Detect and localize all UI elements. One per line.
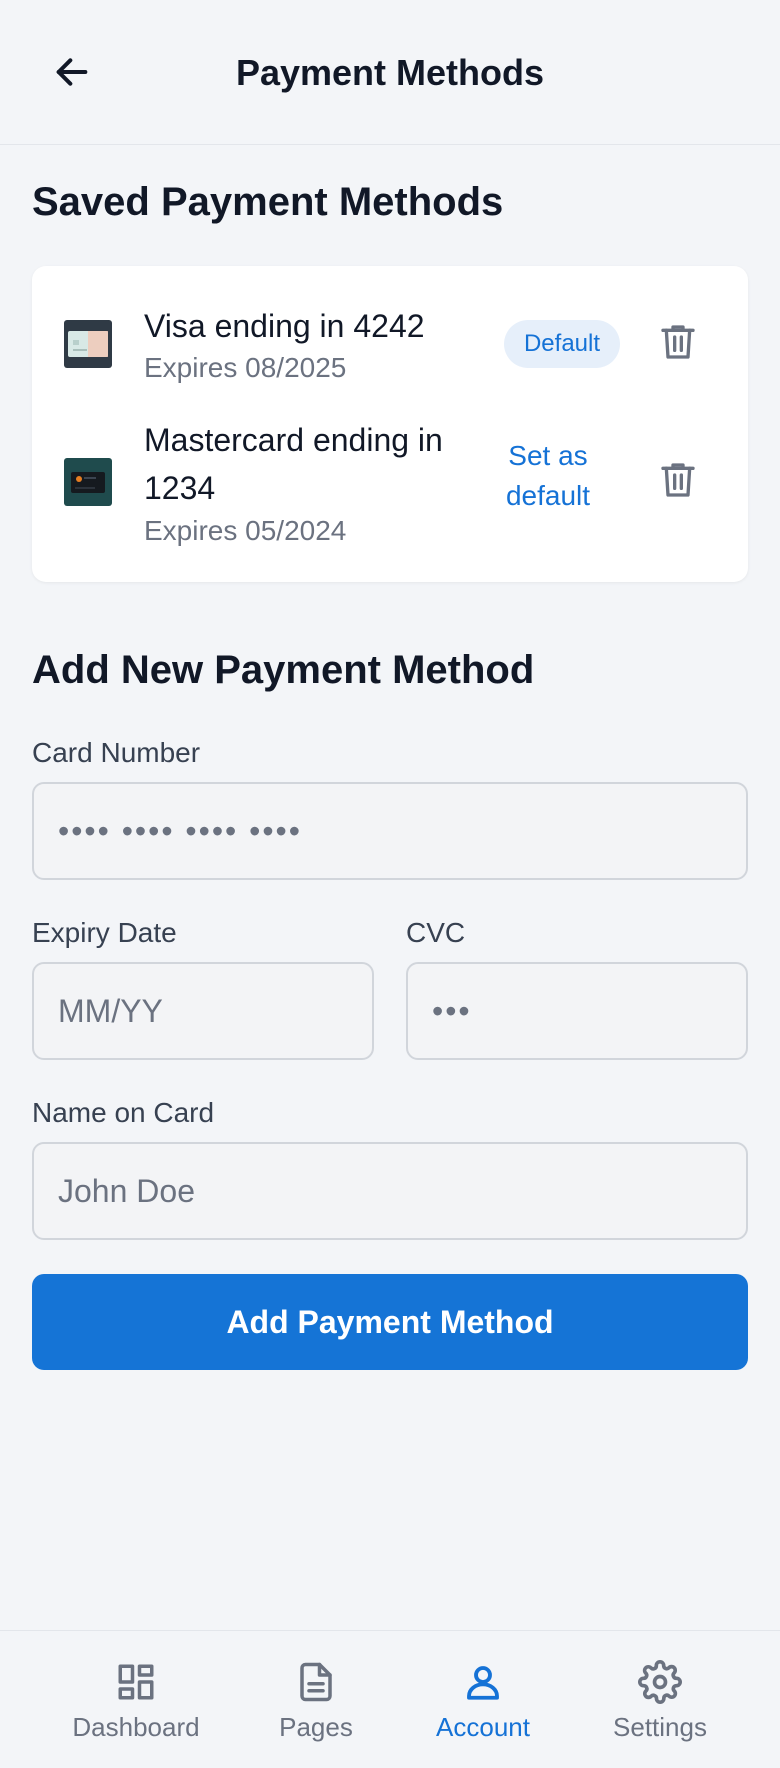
card-number-input[interactable] — [32, 782, 748, 880]
payment-method-expiry: Expires 08/2025 — [144, 352, 347, 383]
trash-icon — [661, 325, 695, 359]
bottom-navigation: Dashboard Pages Account Settings — [0, 1630, 780, 1768]
mastercard-card-image — [64, 458, 112, 506]
set-as-default-line2: default — [505, 480, 591, 511]
user-icon — [459, 1658, 507, 1706]
delete-mastercard-button[interactable] — [652, 454, 704, 506]
saved-methods-list: Visa ending in 4242 Expires 08/2025 Defa… — [32, 266, 748, 582]
app-header: Payment Methods — [0, 0, 780, 145]
set-as-default-button[interactable]: Set as default — [490, 436, 606, 516]
expiry-date-input[interactable] — [32, 962, 374, 1060]
arrow-left-icon — [56, 58, 88, 86]
payment-method-name: Visa ending in 4242 — [144, 308, 425, 344]
dashboard-icon — [112, 1658, 160, 1706]
payment-method-name-line1: Mastercard ending in — [144, 422, 443, 458]
payment-method-name-line2: 1234 — [144, 470, 216, 506]
nav-label-account: Account — [436, 1711, 530, 1742]
nav-label-dashboard: Dashboard — [72, 1711, 200, 1742]
add-payment-method-button[interactable]: Add Payment Method — [32, 1274, 748, 1370]
nav-item-pages[interactable]: Pages — [231, 1631, 401, 1768]
card-number-label: Card Number — [32, 737, 201, 768]
back-button[interactable] — [40, 40, 104, 104]
nav-item-account[interactable]: Account — [398, 1631, 568, 1768]
page-title: Payment Methods — [235, 51, 545, 93]
cvc-label: CVC — [406, 917, 466, 948]
default-badge: Default — [504, 320, 620, 368]
delete-visa-button[interactable] — [652, 316, 704, 368]
trash-icon — [661, 463, 695, 497]
nav-item-dashboard[interactable]: Dashboard — [51, 1631, 221, 1768]
payment-methods-screen: Payment Methods Saved Payment Methods Vi… — [0, 0, 780, 1768]
payment-method-expiry: Expires 05/2024 — [144, 515, 347, 546]
gear-icon — [636, 1658, 684, 1706]
nav-label-settings: Settings — [613, 1711, 707, 1742]
cvc-input[interactable] — [406, 962, 748, 1060]
saved-methods-heading: Saved Payment Methods — [32, 180, 504, 224]
expiry-date-label: Expiry Date — [32, 917, 177, 948]
nav-label-pages: Pages — [279, 1711, 353, 1742]
add-method-heading: Add New Payment Method — [32, 648, 535, 692]
nav-item-settings[interactable]: Settings — [575, 1631, 745, 1768]
name-on-card-input[interactable] — [32, 1142, 748, 1240]
visa-card-image — [64, 320, 112, 368]
document-icon — [292, 1658, 340, 1706]
set-as-default-line1: Set as — [508, 440, 588, 471]
name-on-card-label: Name on Card — [32, 1097, 215, 1128]
